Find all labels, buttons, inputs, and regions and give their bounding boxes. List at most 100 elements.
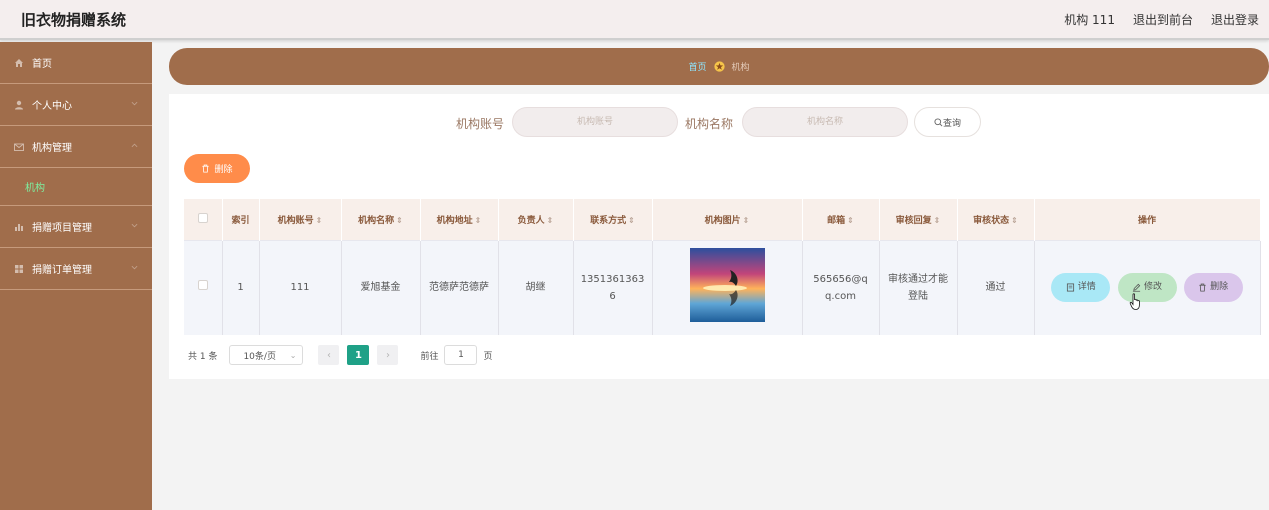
chevron-down-icon [131, 223, 138, 228]
sidebar-item-donation-projects[interactable]: 捐赠项目管理 [0, 206, 152, 248]
batch-delete-button[interactable]: 删除 [184, 154, 250, 183]
sidebar-item-home[interactable]: 首页 [0, 42, 152, 84]
star-icon [713, 61, 725, 72]
chevron-down-icon: ⌄ [289, 351, 297, 360]
col-header-account[interactable]: 机构账号 ⇕ [259, 199, 342, 240]
batch-delete-label: 删除 [214, 165, 233, 175]
main-panel: 机构账号 机构账号 机构名称 机构名称 查询 删除 索引 机构账号 ⇕ 机构名称 ⇕… [169, 94, 1269, 379]
cell-image [652, 239, 803, 335]
col-header-address[interactable]: 机构地址 ⇕ [420, 199, 499, 240]
sidebar-subitem-label: 机构 [25, 183, 45, 194]
hand-cursor-icon [1129, 293, 1140, 310]
cell-email: 565656@qq.com [802, 239, 880, 335]
edit-button[interactable]: 修改 [1117, 273, 1177, 303]
org-account-label: 机构账号 [456, 117, 505, 131]
row-checkbox[interactable] [197, 280, 208, 291]
breadcrumb: 首页 机构 [169, 48, 1269, 85]
exit-to-frontend-link[interactable]: 退出到前台 [1133, 11, 1193, 28]
query-button-label: 查询 [942, 118, 961, 129]
search-bar: 机构账号 机构账号 机构名称 机构名称 查询 [169, 107, 1269, 137]
select-all-checkbox[interactable] [197, 212, 208, 223]
current-user-label: 机构 111 [1064, 13, 1115, 27]
sort-icon: ⇕ [474, 215, 482, 225]
org-account-input[interactable]: 机构账号 [512, 107, 678, 137]
mail-icon [14, 143, 24, 151]
sidebar: 首页 个人中心 机构管理 机构 捐赠项目管理 捐赠订单管理 [0, 42, 152, 510]
col-header-image[interactable]: 机构图片 ⇕ [652, 199, 803, 240]
detail-button[interactable]: 详情 [1051, 273, 1111, 303]
org-name-input[interactable]: 机构名称 [742, 107, 908, 137]
goto-label: 前往 [420, 351, 439, 362]
org-table: 索引 机构账号 ⇕ 机构名称 ⇕ 机构地址 ⇕ 负责人 ⇕ 联系方式 ⇕ 机构图片 ⇕ 邮箱… [184, 199, 1261, 335]
sidebar-item-label: 个人中心 [32, 101, 72, 112]
top-header: 旧衣物捐赠系统 机构 111 退出到前台 退出登录 [0, 0, 1269, 40]
chart-icon [15, 223, 23, 231]
header-actions: 机构 111 退出到前台 退出登录 [1064, 11, 1259, 28]
sort-icon: ⇕ [628, 215, 635, 225]
select-all-cell[interactable] [184, 199, 223, 240]
col-header-manager[interactable]: 负责人 ⇕ [498, 199, 574, 240]
sort-icon: ⇕ [847, 215, 854, 225]
org-name-label: 机构名称 [685, 117, 734, 131]
next-page-button[interactable]: › [377, 345, 399, 365]
sort-icon: ⇕ [315, 215, 323, 225]
col-header-reply[interactable]: 审核回复 ⇕ [879, 199, 958, 240]
user-icon [15, 100, 23, 109]
cell-actions: 详情 修改 删除 [1034, 239, 1261, 335]
home-icon [15, 58, 23, 67]
pencil-icon [1132, 284, 1141, 292]
grid-icon [15, 264, 23, 273]
col-header-actions: 操作 [1034, 199, 1261, 240]
cell-account: 111 [259, 239, 342, 335]
sidebar-item-label: 捐赠订单管理 [32, 265, 92, 276]
sidebar-item-label: 捐赠项目管理 [32, 223, 92, 234]
col-header-email[interactable]: 邮箱 ⇕ [802, 199, 880, 240]
pagination: 共 1 条 10条/页 ⌄ ‹ 1 › 前往 1 页 [188, 345, 492, 365]
cell-phone: 13513613636 [573, 239, 653, 335]
pagination-total: 共 1 条 [188, 351, 218, 362]
col-header-name[interactable]: 机构名称 ⇕ [341, 199, 421, 240]
trash-icon [1199, 283, 1206, 292]
page-size-select[interactable]: 10条/页 ⌄ [229, 345, 304, 365]
search-icon [934, 117, 943, 126]
sort-icon: ⇕ [933, 215, 941, 225]
cell-index: 1 [222, 239, 260, 335]
col-header-index: 索引 [222, 199, 260, 240]
cell-name: 爱旭基金 [341, 239, 421, 335]
goto-page-input[interactable]: 1 [444, 345, 478, 365]
breadcrumb-home[interactable]: 首页 [688, 60, 706, 73]
table-header-row: 索引 机构账号 ⇕ 机构名称 ⇕ 机构地址 ⇕ 负责人 ⇕ 联系方式 ⇕ 机构图片 ⇕ 邮箱… [184, 199, 1261, 240]
sidebar-item-label: 首页 [32, 59, 52, 70]
breadcrumb-current: 机构 [731, 63, 750, 73]
table-row: 1 111 爱旭基金 范德萨范德萨 胡继 13513613636 565656@… [184, 239, 1261, 335]
col-header-phone[interactable]: 联系方式 ⇕ [573, 199, 653, 240]
trash-icon [202, 164, 210, 173]
cell-reply: 审核通过才能登陆 [879, 239, 958, 335]
sort-icon: ⇕ [396, 215, 403, 225]
sidebar-subitem-org[interactable]: 机构 [0, 168, 152, 206]
chevron-down-icon [131, 265, 138, 270]
query-button[interactable]: 查询 [914, 107, 981, 137]
cell-manager: 胡继 [498, 239, 574, 335]
cell-address: 范德萨范德萨 [420, 239, 499, 335]
prev-page-button[interactable]: ‹ [318, 345, 340, 365]
cell-status: 通过 [957, 239, 1035, 335]
sort-icon: ⇕ [1011, 215, 1018, 225]
page-number-1[interactable]: 1 [347, 345, 370, 365]
sort-icon: ⇕ [742, 215, 750, 225]
logout-link[interactable]: 退出登录 [1211, 11, 1259, 28]
sidebar-item-label: 机构管理 [32, 143, 72, 154]
row-delete-button[interactable]: 删除 [1183, 273, 1243, 303]
col-header-status[interactable]: 审核状态 ⇕ [957, 199, 1035, 240]
sort-icon: ⇕ [546, 215, 554, 225]
sidebar-item-profile[interactable]: 个人中心 [0, 84, 152, 126]
org-image[interactable] [689, 247, 765, 322]
page-suffix-label: 页 [483, 351, 493, 362]
chevron-down-icon [131, 101, 138, 106]
row-select-cell[interactable] [184, 239, 223, 335]
document-icon [1066, 283, 1074, 292]
sidebar-item-donation-orders[interactable]: 捐赠订单管理 [0, 248, 152, 290]
app-title: 旧衣物捐赠系统 [21, 11, 127, 29]
sidebar-item-org-management[interactable]: 机构管理 [0, 126, 152, 168]
chevron-up-icon [131, 143, 138, 148]
